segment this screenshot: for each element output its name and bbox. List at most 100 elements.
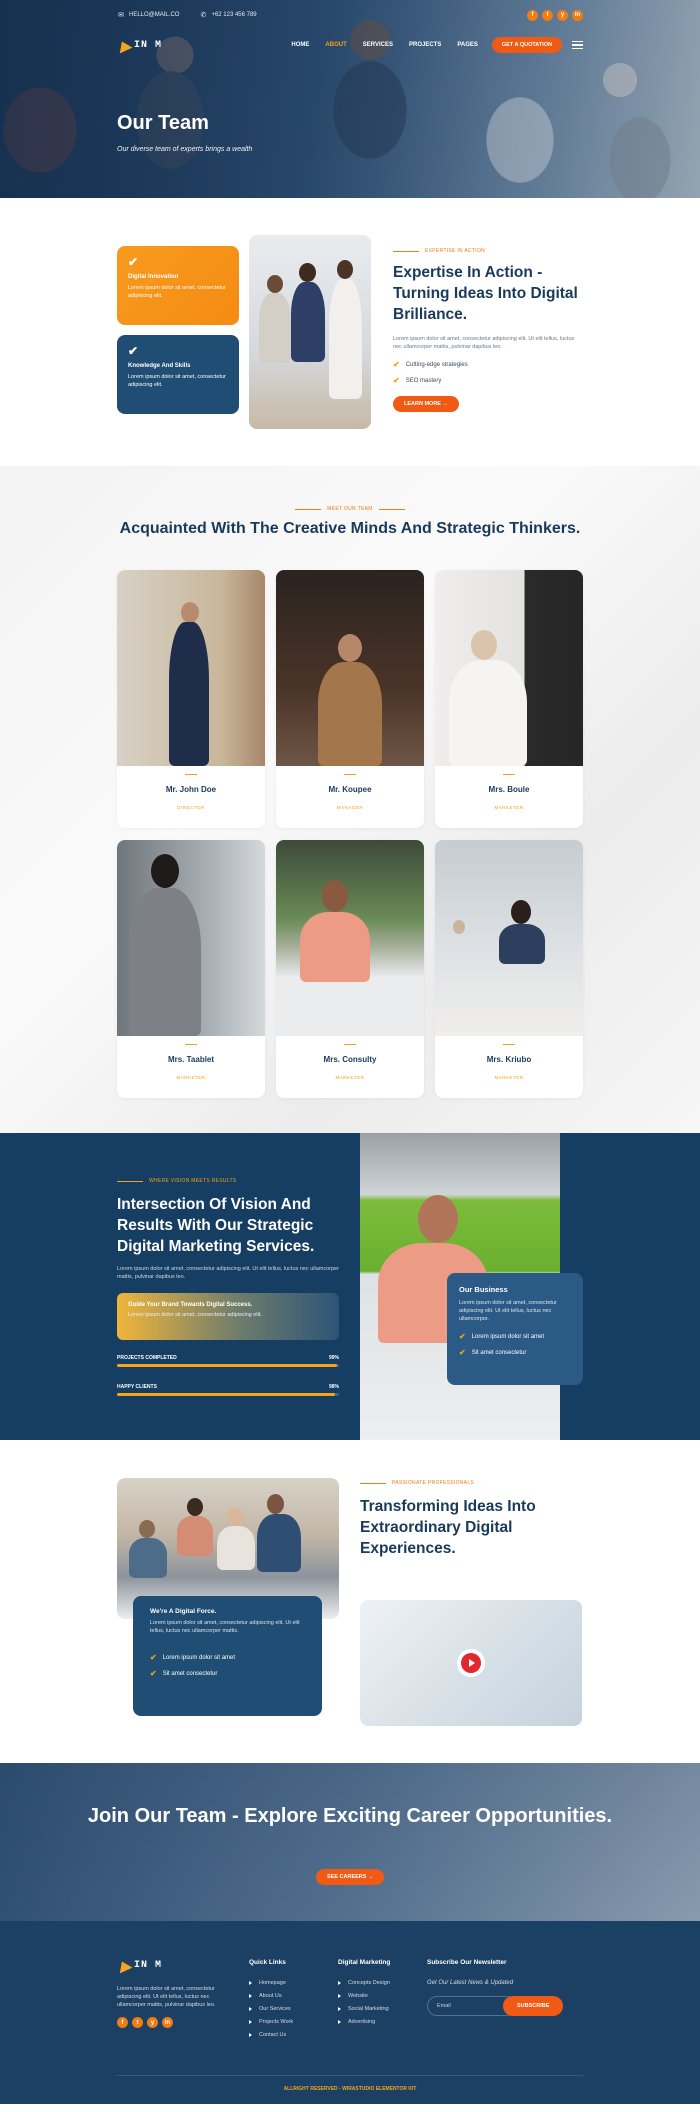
check-icon: ✔: [459, 1332, 466, 1341]
footer-link[interactable]: Contact Us: [249, 2032, 293, 2038]
footer-link[interactable]: Our Services: [249, 2006, 293, 2012]
digital-force-card: We're A Digital Force. Lorem ipsum dolor…: [133, 1596, 322, 1716]
our-business-card: Our Business Lorem ipsum dolor sit amet,…: [447, 1273, 583, 1385]
logo[interactable]: IN M: [117, 39, 162, 51]
team-member-card[interactable]: Mr. Koupee MANAGER: [276, 570, 424, 828]
nav-about[interactable]: ABOUT: [325, 42, 346, 48]
member-role: MARKETER: [494, 805, 524, 810]
youtube-icon[interactable]: y: [557, 9, 568, 21]
play-video-icon[interactable]: [457, 1649, 485, 1677]
team-member-card[interactable]: Mrs. Kriubo MARKETER: [435, 840, 583, 1098]
learn-more-button[interactable]: LEARN MORE →: [393, 396, 460, 412]
nav-services[interactable]: SERVICES: [363, 42, 393, 48]
member-name: Mr. Koupee: [328, 785, 372, 794]
check-icon: ✔: [128, 344, 139, 358]
vision-kicker: WHERE VISION MEETS RESULTS: [117, 1178, 339, 1184]
list-item: ✔ Cutting-edge strategies: [393, 360, 468, 369]
subscribe-button[interactable]: SUBSCRIBE: [503, 1996, 564, 2016]
check-icon: ✔: [150, 1669, 157, 1678]
twitter-icon[interactable]: t: [542, 9, 553, 21]
check-icon: ✔: [393, 360, 400, 369]
list-item: ✔ Sit amet consectetur: [150, 1669, 218, 1678]
twitter-icon[interactable]: t: [132, 2017, 143, 2028]
expertise-section: ✔ Digital Innovation Lorem ipsum dolor s…: [0, 198, 700, 466]
facebook-icon[interactable]: f: [117, 2017, 128, 2028]
member-name: Mrs. Boule: [488, 785, 530, 794]
footer-link[interactable]: Advertising: [338, 2019, 390, 2025]
team-section: MEET OUR TEAM Acquainted With The Creati…: [0, 466, 700, 1133]
quick-links: Quick Links Homepage About Us Our Servic…: [249, 1959, 294, 2038]
team-title: Acquainted With The Creative Minds And S…: [119, 520, 581, 537]
team-grid: Mr. John Doe DIRECTOR Mr. Koupee MANAGER…: [117, 570, 583, 1098]
member-photo: [117, 840, 265, 1036]
nav-pages[interactable]: PAGES: [457, 42, 478, 48]
nav-projects[interactable]: PROJECTS: [409, 42, 441, 48]
footer-link[interactable]: Homepage: [249, 1980, 293, 1986]
transform-kicker: PASSIONATE PROFESSIONALS: [360, 1480, 582, 1486]
instagram-icon[interactable]: in: [162, 2017, 173, 2028]
member-photo: [435, 840, 583, 1036]
vision-title: Intersection Of Vision And Results With …: [117, 1196, 315, 1255]
footer-social: f t y in: [117, 2017, 173, 2028]
footer-logo[interactable]: IN M: [117, 1959, 162, 1971]
team-meeting-image: [249, 235, 371, 429]
hamburger-menu-icon[interactable]: [572, 39, 583, 51]
career-title: Join Our Team - Explore Exciting Career …: [87, 1805, 613, 1827]
copyright: ALLRIGHT RESERVED - WIRASTUDIO ELEMENTOR…: [117, 2075, 583, 2092]
progress-track: [117, 1393, 339, 1396]
list-item: ✔ Lorem ipsum dolor sit amet: [459, 1332, 545, 1341]
member-role: MARKETER: [494, 1075, 524, 1080]
guide-banner: Guide Your Brand Towards Digital Success…: [117, 1293, 339, 1340]
contact-phone[interactable]: +62 123 456 789: [211, 12, 256, 18]
member-name: Mrs. Consulty: [323, 1055, 377, 1064]
check-icon: ✔: [459, 1348, 466, 1357]
youtube-icon[interactable]: y: [147, 2017, 158, 2028]
expertise-kicker: EXPERTISE IN ACTION: [393, 248, 583, 254]
contact-email[interactable]: HELLO@MAIL.CO: [129, 12, 179, 18]
member-role: MARKETER: [176, 1075, 206, 1080]
footer-link[interactable]: About Us: [249, 1993, 293, 1999]
list-item: ✔ Sit amet consectetur: [459, 1348, 527, 1357]
logo-mark-icon: [117, 39, 131, 51]
see-careers-button[interactable]: SEE CAREERS →: [316, 1869, 385, 1885]
nav-menu: HOME ABOUT SERVICES PROJECTS PAGES: [291, 42, 477, 48]
transform-section: We're A Digital Force. Lorem ipsum dolor…: [0, 1440, 700, 1763]
hero-section: ✉ HELLO@MAIL.CO ✆ +62 123 456 789 f t y in…: [0, 0, 700, 198]
footer-link[interactable]: Social Marketing: [338, 2006, 390, 2012]
team-member-card[interactable]: Mr. John Doe DIRECTOR: [117, 570, 265, 828]
facebook-icon[interactable]: f: [527, 9, 538, 21]
team-member-card[interactable]: Mrs. Boule MARKETER: [435, 570, 583, 828]
team-member-card[interactable]: Mrs. Taablet MARKETER: [117, 840, 265, 1098]
member-name: Mrs. Taablet: [167, 1055, 215, 1064]
team-kicker: MEET OUR TEAM: [0, 506, 700, 512]
footer-link[interactable]: Website: [338, 1993, 390, 1999]
phone-icon: ✆: [200, 12, 207, 19]
footer-description: Lorem ipsum dolor sit amet, consectetur …: [117, 1986, 216, 2008]
list-item: ✔ SEO mastery: [393, 376, 442, 385]
digital-marketing-links: Digital Marketing Concepts Design Websit…: [338, 1959, 391, 2025]
footer-link[interactable]: Projects Work: [249, 2019, 293, 2025]
top-bar: ✉ HELLO@MAIL.CO ✆ +62 123 456 789 f t y in: [117, 8, 583, 22]
member-role: MANAGER: [336, 805, 364, 810]
member-name: Mr. John Doe: [165, 785, 217, 794]
newsletter: Subscribe Our Newsletter Get Our Latest …: [427, 1959, 564, 2016]
feature-card-knowledge: ✔ Knowledge And Skills Lorem ipsum dolor…: [117, 335, 239, 414]
progress-fill: [117, 1364, 337, 1367]
footer-link[interactable]: Concepts Design: [338, 1980, 390, 1986]
team-member-card[interactable]: Mrs. Consulty MARKETER: [276, 840, 424, 1098]
transform-title: Transforming Ideas Into Extraordinary Di…: [360, 1498, 536, 1557]
member-name: Mrs. Kriubo: [486, 1055, 532, 1064]
main-nav: IN M HOME ABOUT SERVICES PROJECTS PAGES …: [117, 34, 583, 56]
career-section: Join Our Team - Explore Exciting Career …: [0, 1763, 700, 1921]
member-photo: [276, 570, 424, 766]
video-thumbnail[interactable]: [360, 1600, 582, 1726]
member-photo: [435, 570, 583, 766]
vision-section: WHERE VISION MEETS RESULTS Intersection …: [0, 1133, 700, 1440]
instagram-icon[interactable]: in: [572, 9, 583, 21]
logo-mark-icon: [117, 1959, 131, 1971]
nav-home[interactable]: HOME: [291, 42, 309, 48]
get-quotation-button[interactable]: GET A QUOTATION: [491, 37, 562, 53]
member-photo: [117, 570, 265, 766]
expertise-title: Expertise In Action - Turning Ideas Into…: [393, 264, 578, 323]
social-links: f t y in: [527, 9, 583, 21]
